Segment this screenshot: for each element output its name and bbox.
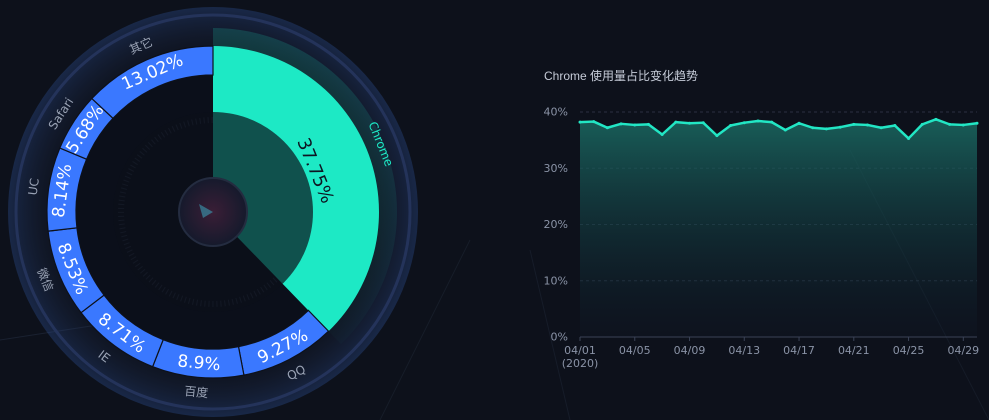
chrome-trend-point[interactable] (783, 128, 787, 132)
chrome-trend-point[interactable] (797, 121, 801, 125)
x-tick-label: 04/29 (947, 344, 979, 357)
chrome-trend-point[interactable] (893, 124, 897, 127)
chrome-trend-point[interactable] (605, 126, 609, 130)
browser-share-donut-chart: 37.75% Chrome9.27%QQ8.9%百度8.71%IE8.53%微信8… (8, 7, 418, 417)
chrome-trend-point[interactable] (729, 124, 733, 127)
chrome-trend-point[interactable] (824, 127, 828, 131)
chrome-trend-point[interactable] (865, 123, 869, 127)
chrome-trend-point[interactable] (742, 121, 746, 125)
x-tick-label: 04/17 (783, 344, 815, 357)
chrome-trend-point[interactable] (688, 121, 692, 125)
x-tick-label: 04/01 (564, 344, 596, 357)
y-tick-label: 0% (551, 331, 568, 344)
x-tick-label: 04/21 (838, 344, 870, 357)
chrome-trend-point[interactable] (838, 125, 842, 129)
chrome-trend-point[interactable] (660, 133, 664, 136)
chrome-trend-point[interactable] (811, 126, 815, 130)
chrome-trend-point[interactable] (715, 134, 719, 138)
chrome-trend-point[interactable] (674, 120, 678, 124)
chrome-trend-point[interactable] (879, 126, 883, 130)
chrome-trend-point[interactable] (592, 120, 596, 124)
chrome-trend-point[interactable] (907, 136, 911, 140)
chrome-trend-point[interactable] (770, 120, 774, 124)
chrome-trend-area-chart: 0% 10% 20% 30% 40% 04/01 04/05 04/09 04/13 04/17 0… (544, 106, 980, 371)
chrome-trend-area-fill (580, 119, 977, 337)
y-tick-label: 30% (544, 162, 568, 175)
donut-category-label-baidu: 百度 (184, 383, 209, 400)
chrome-trend-point[interactable] (619, 122, 623, 126)
chrome-trend-point[interactable] (961, 123, 965, 127)
x-tick-label: 04/13 (728, 344, 760, 357)
donut-value-label-baidu: 8.9% (177, 351, 222, 375)
y-tick-label: 20% (544, 218, 568, 231)
x-tick-label: 04/25 (893, 344, 925, 357)
chrome-trend-point[interactable] (934, 117, 938, 121)
donut-category-label-uc: UC (26, 177, 42, 196)
y-tick-label: 10% (544, 274, 568, 287)
x-tick-label: 04/09 (674, 344, 706, 357)
chrome-trend-point[interactable] (578, 120, 582, 124)
chrome-trend-point[interactable] (920, 122, 924, 126)
chrome-trend-point[interactable] (975, 121, 979, 125)
y-tick-label: 40% (544, 106, 568, 119)
chrome-trend-point[interactable] (701, 121, 705, 125)
chrome-trend-point[interactable] (633, 123, 637, 127)
chrome-trend-point[interactable] (852, 122, 856, 126)
x-year-label: (2020) (562, 357, 599, 370)
chrome-trend-point[interactable] (948, 122, 952, 126)
chrome-trend-point[interactable] (756, 119, 760, 123)
x-tick-label: 04/05 (619, 344, 651, 357)
chrome-trend-point[interactable] (646, 122, 650, 126)
